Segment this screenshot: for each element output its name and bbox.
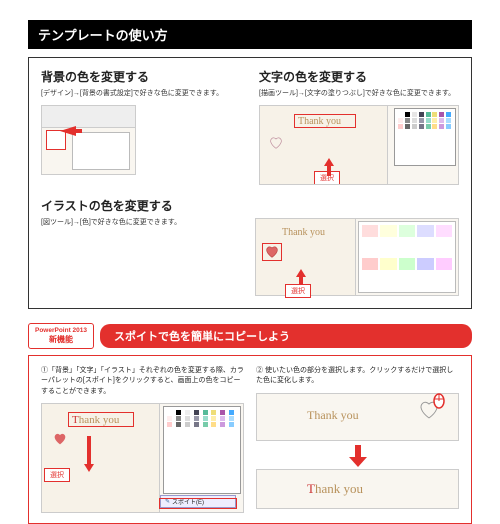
sample-text: Thank you xyxy=(307,408,359,423)
color-palette xyxy=(394,108,456,166)
instructions-box: 背景の色を変更する [デザイン]→[背景の書式設定]で好きな色に変更できます。 … xyxy=(28,57,472,309)
section-desc: [デザイン]→[背景の書式設定]で好きな色に変更できます。 xyxy=(41,89,241,99)
select-label: 選択 xyxy=(285,284,311,298)
mouse-cursor-icon xyxy=(432,391,446,409)
tip-step-2: ② 使いたい色の部分を選択します。クリックするだけで選択した色に変化します。 T… xyxy=(256,366,459,514)
section-desc: [図ツール]→[色]で好きな色に変更できます。 xyxy=(41,218,241,228)
section-desc: [描画ツール]→[文字の塗りつぶし]で好きな色に変更できます。 xyxy=(259,89,459,99)
page-title: テンプレートの使い方 xyxy=(28,20,472,49)
screenshot-thumbnail: Thank you 選択 xyxy=(259,105,459,185)
screenshot-thumbnail xyxy=(41,105,136,175)
section-title: 背景の色を変更する xyxy=(41,68,241,85)
section-text-color: 文字の色を変更する [描画ツール]→[文字の塗りつぶし]で好きな色に変更できます… xyxy=(259,68,459,185)
section-title: イラストの色を変更する xyxy=(41,197,459,214)
screenshot-thumbnail: Thank you ✎ スポイト(E) 選択 xyxy=(41,403,244,513)
step-text: ② 使いたい色の部分を選択します。クリックするだけで選択した色に変化します。 xyxy=(256,366,459,387)
tip-header: PowerPoint 2013 新機能 スポイトで色を簡単にコピーしよう xyxy=(28,323,472,349)
section-title: 文字の色を変更する xyxy=(259,68,459,85)
arrow-down-icon xyxy=(256,445,459,467)
section-illustration-color: イラストの色を変更する [図ツール]→[色]で好きな色に変更できます。 Than… xyxy=(41,197,459,296)
tip-step-1: ①「背景」「文字」「イラスト」それぞれの色を変更する際、カラーパレットの[スポイ… xyxy=(41,366,244,514)
screenshot-after: Thank you xyxy=(256,469,459,509)
new-feature-badge: PowerPoint 2013 新機能 xyxy=(28,323,94,349)
sample-text: Thank you xyxy=(282,227,325,238)
heart-icon xyxy=(268,136,284,150)
tip-title: スポイトで色を簡単にコピーしよう xyxy=(100,324,472,348)
step-text: ①「背景」「文字」「イラスト」それぞれの色を変更する際、カラーパレットの[スポイ… xyxy=(41,366,244,398)
sample-text: Thank you xyxy=(307,481,363,497)
heart-icon xyxy=(52,432,68,446)
screenshot-before: Thank you xyxy=(256,393,459,441)
section-background-color: 背景の色を変更する [デザイン]→[背景の書式設定]で好きな色に変更できます。 xyxy=(41,68,241,185)
color-palette xyxy=(163,406,241,494)
select-label: 選択 xyxy=(44,468,70,482)
tip-box: ①「背景」「文字」「イラスト」それぞれの色を変更する際、カラーパレットの[スポイ… xyxy=(28,355,472,524)
